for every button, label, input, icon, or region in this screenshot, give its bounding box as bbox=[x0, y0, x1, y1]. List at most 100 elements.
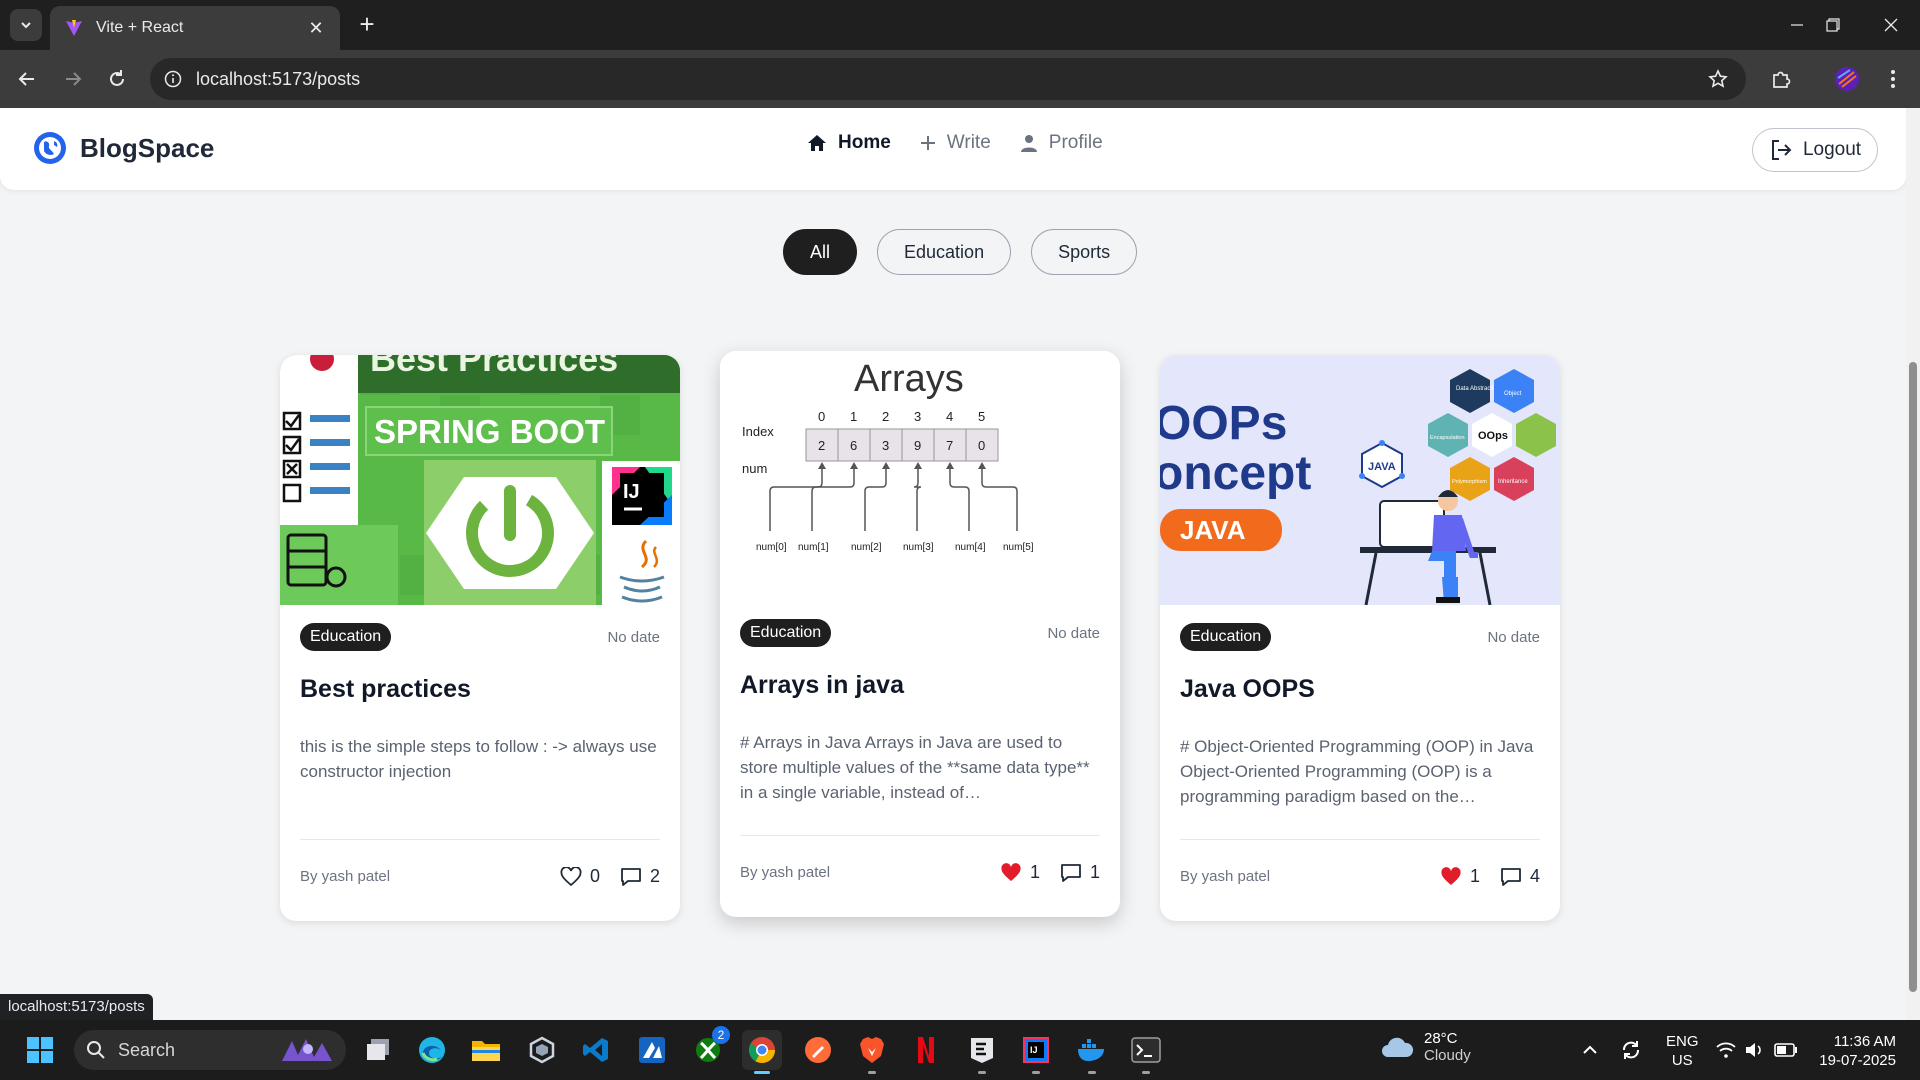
image-line1: OOPs bbox=[1160, 397, 1287, 450]
language-indicator[interactable]: ENG US bbox=[1666, 1032, 1699, 1070]
taskbar-file-explorer[interactable] bbox=[466, 1030, 506, 1070]
logout-button[interactable]: Logout bbox=[1752, 128, 1878, 172]
postman-icon bbox=[805, 1037, 831, 1063]
comment-button[interactable]: 2 bbox=[620, 866, 660, 887]
comment-button[interactable]: 4 bbox=[1500, 866, 1540, 887]
tab-search-button[interactable] bbox=[10, 9, 42, 41]
post-card[interactable]: Best Practices SPRING BOOT IJ Education … bbox=[280, 355, 680, 921]
post-card[interactable]: OOPs oncept JAVA Data Abstraction Object… bbox=[1160, 355, 1560, 921]
tray-volume[interactable] bbox=[1744, 1020, 1764, 1080]
comment-button[interactable]: 1 bbox=[1060, 862, 1100, 883]
tray-overflow-button[interactable] bbox=[1582, 1020, 1598, 1080]
array-index-label: 0 bbox=[818, 409, 825, 424]
taskbar-vscode[interactable] bbox=[576, 1030, 616, 1070]
java-hex-badge: JAVA bbox=[1368, 461, 1396, 473]
category-badge[interactable]: Education bbox=[1180, 623, 1272, 651]
array-index-label: 3 bbox=[914, 409, 921, 424]
url-text: localhost:5173/posts bbox=[196, 68, 361, 89]
taskbar-postman[interactable] bbox=[798, 1030, 838, 1070]
nav-home[interactable]: Home bbox=[806, 132, 891, 154]
category-badge[interactable]: Education bbox=[300, 623, 392, 651]
post-card[interactable]: Arrays Index num 0 2 num[0] 1 6 num[1] 2 3 num[2… bbox=[720, 351, 1120, 917]
nav-write[interactable]: Write bbox=[919, 132, 991, 154]
forward-button[interactable] bbox=[56, 62, 90, 96]
weather-condition: Cloudy bbox=[1424, 1047, 1471, 1064]
extensions-button[interactable] bbox=[1764, 62, 1798, 96]
tab-close-icon[interactable]: ✕ bbox=[306, 18, 326, 39]
vscode-icon bbox=[583, 1038, 608, 1062]
windows-logo-icon bbox=[27, 1037, 53, 1063]
ide-badge-text: IJ bbox=[623, 481, 640, 503]
taskbar-brave[interactable] bbox=[852, 1030, 892, 1074]
taskbar-terminal[interactable] bbox=[1126, 1030, 1166, 1074]
taskbar-edge[interactable] bbox=[412, 1030, 452, 1070]
taskbar-app-blue[interactable] bbox=[632, 1030, 672, 1070]
filter-education[interactable]: Education bbox=[877, 229, 1012, 275]
comment-count: 1 bbox=[1089, 862, 1100, 882]
taskbar-chrome[interactable] bbox=[742, 1030, 782, 1074]
restore-button[interactable] bbox=[1810, 8, 1856, 42]
chrome-icon bbox=[748, 1037, 776, 1064]
num-label: num bbox=[742, 461, 767, 476]
reload-button[interactable] bbox=[100, 62, 134, 96]
taskbar-app-dark[interactable] bbox=[962, 1030, 1002, 1074]
like-button[interactable]: 1 bbox=[1000, 862, 1040, 883]
puzzle-icon bbox=[1773, 71, 1791, 88]
tray-wifi[interactable] bbox=[1716, 1020, 1736, 1080]
scrollbar-thumb[interactable] bbox=[1909, 362, 1917, 992]
avatar-icon bbox=[1835, 67, 1859, 91]
category-filters: All Education Sports bbox=[783, 229, 1138, 275]
java-pill: JAVA bbox=[1180, 515, 1246, 545]
taskbar-netflix[interactable] bbox=[906, 1030, 946, 1070]
notification-badge: 2 bbox=[712, 1026, 730, 1044]
browser-tab[interactable]: Vite + React ✕ bbox=[50, 6, 340, 50]
browser-menu-button[interactable] bbox=[1876, 62, 1910, 96]
docker-icon bbox=[1078, 1039, 1104, 1061]
brand-name: BlogSpace bbox=[80, 132, 215, 163]
system-clock[interactable]: 11:36 AM 19-07-2025 bbox=[1819, 1032, 1896, 1070]
tray-battery[interactable] bbox=[1774, 1020, 1798, 1080]
post-title[interactable]: Best practices bbox=[300, 675, 660, 704]
taskbar-search[interactable]: Search bbox=[74, 1030, 346, 1070]
post-title[interactable]: Arrays in java bbox=[740, 671, 1100, 700]
app-header: BlogSpace Home Write Profile Logout bbox=[0, 108, 1906, 190]
hex-label-object: Object bbox=[1504, 391, 1522, 397]
post-body: Education No date Arrays in java # Array… bbox=[720, 601, 1120, 917]
taskbar-xbox[interactable]: 2 bbox=[688, 1026, 730, 1070]
cube-app-icon bbox=[529, 1036, 555, 1064]
like-count: 1 bbox=[1029, 862, 1040, 882]
category-badge[interactable]: Education bbox=[740, 619, 832, 647]
start-button[interactable] bbox=[20, 1030, 60, 1070]
nav-profile[interactable]: Profile bbox=[1019, 132, 1103, 154]
close-window-button[interactable] bbox=[1868, 8, 1914, 42]
post-stats: 0 2 bbox=[560, 866, 660, 887]
weather-widget[interactable]: 28°C Cloudy bbox=[1380, 1030, 1471, 1064]
intellij-icon: IJ bbox=[1023, 1037, 1049, 1063]
taskbar-app-cube[interactable] bbox=[522, 1030, 562, 1070]
comment-count: 2 bbox=[649, 866, 660, 886]
array-cell-value: 7 bbox=[946, 438, 953, 453]
address-bar[interactable]: localhost:5173/posts bbox=[150, 58, 1746, 100]
taskbar-task-view[interactable] bbox=[358, 1030, 398, 1070]
profile-avatar-button[interactable] bbox=[1830, 62, 1864, 96]
region-code: US bbox=[1671, 1052, 1693, 1069]
array-ref-label: num[3] bbox=[903, 542, 934, 553]
scrollbar[interactable] bbox=[1906, 108, 1920, 1020]
filter-all[interactable]: All bbox=[783, 229, 858, 275]
taskbar-docker[interactable] bbox=[1072, 1030, 1112, 1074]
tray-sync-button[interactable] bbox=[1620, 1020, 1642, 1080]
filter-sports[interactable]: Sports bbox=[1031, 229, 1138, 275]
new-tab-button[interactable]: + bbox=[352, 10, 382, 40]
like-button[interactable]: 0 bbox=[560, 866, 600, 887]
post-title[interactable]: Java OOPS bbox=[1180, 675, 1540, 704]
restore-icon bbox=[1826, 18, 1840, 32]
taskbar-intellij[interactable]: IJ bbox=[1016, 1030, 1056, 1074]
like-button[interactable]: 1 bbox=[1440, 866, 1480, 887]
hex-label-inheritance: Inheritance bbox=[1498, 479, 1528, 485]
brand[interactable]: BlogSpace bbox=[32, 130, 214, 166]
array-index-label: 4 bbox=[946, 409, 953, 424]
star-icon[interactable] bbox=[1708, 69, 1728, 89]
post-stats: 1 4 bbox=[1440, 866, 1540, 887]
hex-label-polymorphism: Polymorphism bbox=[1452, 479, 1487, 485]
back-button[interactable] bbox=[10, 62, 44, 96]
